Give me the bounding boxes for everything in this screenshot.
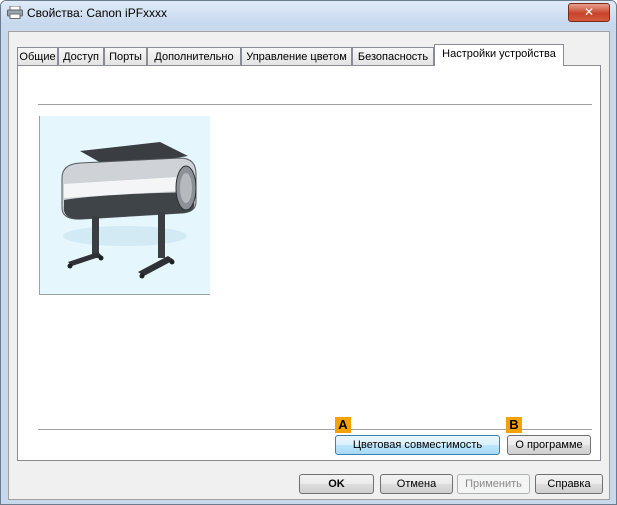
tab-device-settings[interactable]: Настройки устройства	[434, 44, 564, 66]
tab-general[interactable]: Общие	[17, 47, 58, 65]
tab-advanced[interactable]: Дополнительно	[147, 47, 241, 65]
top-separator	[38, 104, 592, 106]
dialog-client-area: Общие Доступ Порты Дополнительно Управле…	[8, 31, 610, 500]
apply-button[interactable]: Применить	[457, 474, 530, 494]
callout-b: B	[506, 417, 522, 433]
device-settings-page: A B Цветовая совместимость О программе	[17, 65, 601, 461]
cancel-button[interactable]: Отмена	[380, 474, 453, 494]
about-button[interactable]: О программе	[507, 435, 591, 455]
window-title: Свойства: Canon iPFxxxx	[27, 6, 168, 20]
tab-security[interactable]: Безопасность	[352, 47, 434, 65]
printer-icon	[7, 6, 23, 19]
tab-sharing[interactable]: Доступ	[58, 47, 104, 65]
ok-button[interactable]: OK	[299, 474, 374, 494]
help-button[interactable]: Справка	[535, 474, 603, 494]
tab-color-management[interactable]: Управление цветом	[241, 47, 352, 65]
title-bar[interactable]: Свойства: Canon iPFxxxx ✕	[1, 1, 616, 25]
printer-image	[39, 116, 210, 295]
close-button[interactable]: ✕	[568, 3, 610, 22]
properties-window: Свойства: Canon iPFxxxx ✕ Общие Доступ П…	[0, 0, 617, 505]
tab-ports[interactable]: Порты	[104, 47, 147, 65]
callout-a: A	[335, 417, 351, 433]
color-compatibility-button[interactable]: Цветовая совместимость	[335, 435, 500, 455]
large-format-printer-illustration	[61, 142, 197, 279]
close-icon: ✕	[583, 5, 595, 19]
